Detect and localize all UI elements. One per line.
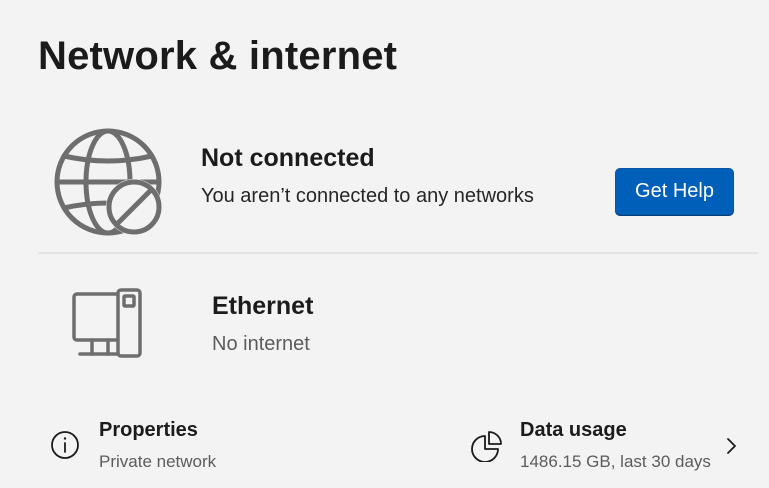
status-description: You aren’t connected to any networks: [201, 185, 534, 207]
chevron-right-icon: [724, 436, 738, 456]
data-usage-subtitle: 1486.15 GB, last 30 days: [520, 452, 711, 471]
info-icon: [50, 430, 80, 460]
status-title: Not connected: [201, 144, 375, 172]
ethernet-computer-icon: [72, 288, 146, 360]
pie-chart-icon: [471, 430, 503, 463]
page-title: Network & internet: [38, 34, 398, 78]
ethernet-status: No internet: [212, 333, 310, 355]
data-usage-title: Data usage: [520, 419, 627, 441]
properties-title: Properties: [99, 419, 198, 441]
connection-status-card: Not connected You aren’t connected to an…: [38, 118, 758, 254]
globe-blocked-icon: [54, 128, 166, 240]
ethernet-section[interactable]: Ethernet No internet: [38, 272, 758, 382]
data-usage-item[interactable]: Data usage 1486.15 GB, last 30 days: [460, 410, 760, 484]
properties-subtitle: Private network: [99, 452, 217, 471]
properties-item[interactable]: Properties Private network: [38, 410, 438, 484]
ethernet-title: Ethernet: [212, 292, 314, 320]
get-help-button[interactable]: Get Help: [615, 168, 734, 215]
settings-page: Network & internet Not connected You are…: [0, 0, 769, 488]
